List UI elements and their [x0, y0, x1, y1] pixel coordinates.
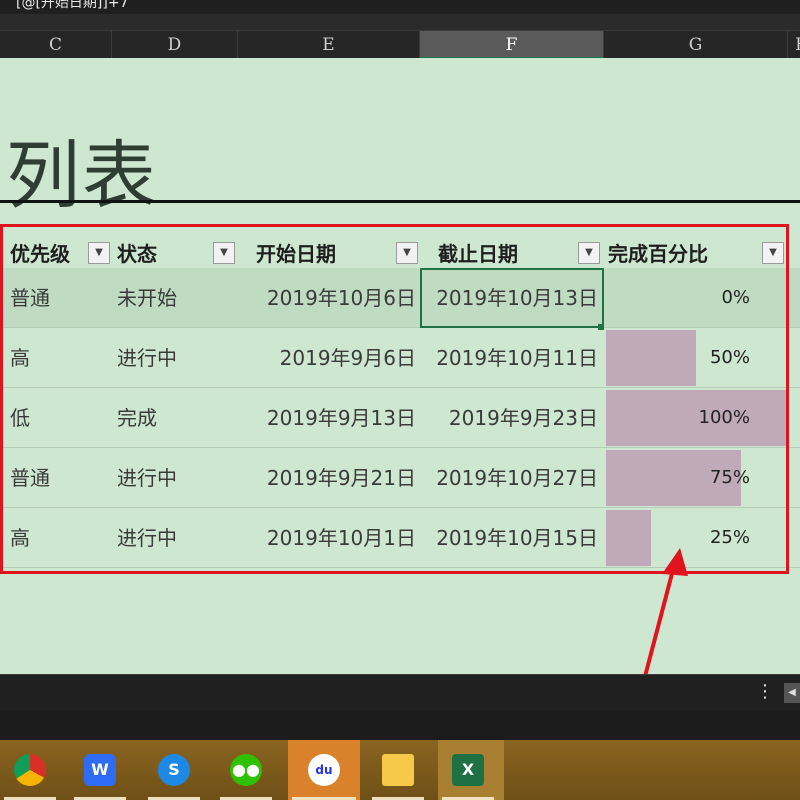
wechat-icon: ●●: [230, 754, 262, 786]
taskbar: W S ●● du X: [0, 740, 800, 800]
taskbar-item-excel[interactable]: X: [438, 740, 504, 800]
title-divider: [0, 200, 800, 203]
file-explorer-icon: [382, 754, 414, 786]
sheet-title[interactable]: 列表: [6, 116, 158, 223]
wps-icon: W: [84, 754, 116, 786]
column-header-f[interactable]: F: [420, 31, 604, 59]
column-header-d[interactable]: D: [112, 31, 238, 59]
column-headers: C D E F G H: [0, 30, 800, 59]
taskbar-item-baidu[interactable]: du: [288, 740, 360, 800]
horizontal-scrollbar[interactable]: ⋮ ◀: [0, 674, 800, 711]
column-header-c[interactable]: C: [0, 31, 112, 59]
column-header-g[interactable]: G: [604, 31, 788, 59]
sogou-icon: S: [158, 754, 190, 786]
baidu-icon: du: [308, 754, 340, 786]
scroll-left-icon[interactable]: ◀: [784, 683, 800, 703]
more-icon[interactable]: ⋮: [756, 675, 774, 711]
taskbar-item-chrome[interactable]: [0, 740, 60, 800]
status-bar: [0, 710, 800, 740]
taskbar-item-wechat[interactable]: ●●: [216, 740, 276, 800]
column-header-e[interactable]: E: [238, 31, 420, 59]
taskbar-item-wps[interactable]: W: [70, 740, 130, 800]
column-header-h[interactable]: H: [788, 31, 800, 59]
chrome-icon: [14, 754, 46, 786]
excel-icon: X: [452, 754, 484, 786]
taskbar-item-sogou[interactable]: S: [144, 740, 204, 800]
formula-bar[interactable]: [@[开始日期]]+7: [0, 0, 800, 14]
taskbar-item-file-explorer[interactable]: [368, 740, 428, 800]
worksheet[interactable]: 列表 优先级 ▼ 状态 ▼ 开始日期 ▼ 截止日期 ▼ 完成百分比 ▼ 普通 未…: [0, 58, 800, 727]
highlight-box: [0, 224, 789, 574]
